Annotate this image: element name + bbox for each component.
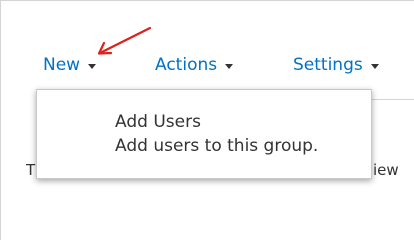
new-menu-button[interactable]: New	[43, 55, 97, 75]
add-users-menu-item[interactable]: Add Users Add users to this group.	[115, 110, 318, 158]
new-menu-label: New	[43, 55, 81, 75]
ribbon-toolbar: New Actions Settings	[0, 0, 414, 100]
chevron-down-icon	[370, 64, 379, 69]
settings-menu-button[interactable]: Settings	[293, 55, 379, 75]
obscured-text-right: iew	[373, 161, 399, 179]
settings-menu-label: Settings	[293, 55, 363, 75]
add-users-description: Add users to this group.	[115, 136, 319, 156]
new-dropdown-menu: Add Users Add users to this group.	[36, 89, 372, 179]
chevron-down-icon	[88, 64, 97, 69]
add-users-title: Add Users	[115, 112, 201, 132]
chevron-down-icon	[225, 64, 234, 69]
actions-menu-label: Actions	[155, 55, 218, 75]
actions-menu-button[interactable]: Actions	[155, 55, 234, 75]
obscured-text-left: T	[26, 161, 36, 179]
